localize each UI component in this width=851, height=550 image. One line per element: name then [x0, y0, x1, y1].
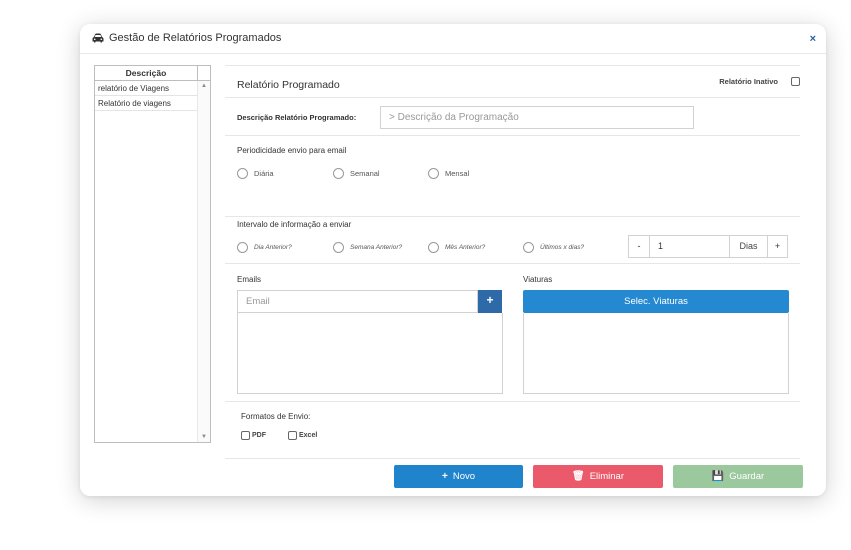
radio-label: Semana Anterior? — [350, 244, 403, 251]
radio-circle[interactable] — [523, 242, 534, 253]
divider — [225, 216, 800, 217]
days-stepper: - 1 Dias + — [628, 235, 788, 258]
list-item[interactable]: relatório de Viagens — [95, 81, 198, 96]
formats-label: Formatos de Envio: — [241, 412, 311, 421]
list-item[interactable]: Relatório de viagens — [95, 96, 198, 111]
excel-checkbox[interactable] — [288, 431, 297, 440]
save-button-label: Guardar — [729, 471, 765, 482]
inactive-toggle[interactable]: Relatório Inativo — [719, 77, 800, 86]
description-label: Descrição Relatório Programado: — [237, 113, 357, 122]
modal-title-text: Gestão de Relatórios Programados — [109, 32, 282, 44]
radio-circle[interactable] — [237, 242, 248, 253]
new-button[interactable]: + Novo — [394, 465, 523, 488]
radio-circle[interactable] — [237, 168, 248, 179]
interval-label: Intervalo de informação a enviar — [237, 220, 352, 229]
list-scrollbar[interactable]: ▲ ▼ — [197, 81, 210, 442]
radio-circle[interactable] — [333, 242, 344, 253]
divider — [225, 458, 800, 459]
scroll-up-icon[interactable]: ▲ — [198, 83, 210, 89]
radio-previous-month[interactable]: Mês Anterior? — [428, 242, 485, 253]
add-email-button[interactable]: + — [478, 290, 502, 313]
new-button-label: Novo — [452, 471, 476, 482]
inactive-checkbox[interactable] — [791, 77, 800, 86]
excel-label: Excel — [299, 432, 318, 439]
decrement-button[interactable]: - — [629, 236, 649, 257]
divider — [225, 97, 800, 98]
close-button[interactable]: × — [810, 33, 816, 45]
save-button[interactable]: 💾 Guardar — [673, 465, 803, 488]
description-input[interactable]: > Descrição da Programação — [380, 106, 694, 129]
radio-last-x-days[interactable]: Últimos x dias? — [523, 242, 584, 253]
format-pdf[interactable]: PDF — [241, 431, 266, 440]
radio-label: Mês Anterior? — [445, 244, 486, 251]
radio-label: Últimos x dias? — [540, 244, 585, 251]
car-icon — [92, 33, 104, 43]
radio-label: Mensal — [445, 169, 470, 178]
pdf-label: PDF — [252, 432, 266, 439]
emails-label: Emails — [237, 275, 262, 284]
vehicles-list — [523, 313, 789, 394]
scroll-down-icon[interactable]: ▼ — [198, 434, 210, 440]
plus-icon: + — [441, 471, 448, 482]
radio-circle[interactable] — [333, 168, 344, 179]
days-unit: Dias — [729, 236, 767, 257]
radio-previous-week[interactable]: Semana Anterior? — [333, 242, 402, 253]
radio-circle[interactable] — [428, 242, 439, 253]
increment-button[interactable]: + — [767, 236, 787, 257]
divider — [225, 401, 800, 402]
list-header-corner — [197, 66, 210, 81]
list-header: Descrição — [95, 66, 198, 81]
radio-monthly[interactable]: Mensal — [428, 168, 469, 179]
inactive-label: Relatório Inativo — [719, 77, 778, 86]
radio-label: Semanal — [350, 169, 380, 178]
divider — [225, 135, 800, 136]
delete-button-label: Eliminar — [589, 471, 624, 482]
form-title: Relatório Programado — [237, 79, 340, 91]
email-input[interactable]: Email — [237, 290, 478, 313]
modal-header: Gestão de Relatórios Programados × — [80, 24, 826, 54]
radio-label: Diária — [254, 169, 274, 178]
radio-previous-day[interactable]: Dia Anterior? — [237, 242, 292, 253]
divider — [225, 263, 800, 264]
trash-icon: 🗑 — [571, 471, 585, 482]
modal-title: Gestão de Relatórios Programados — [92, 32, 281, 44]
save-icon: 💾 — [711, 471, 725, 482]
days-input[interactable]: 1 — [649, 236, 729, 257]
report-list: Descrição relatório de Viagens Relatório… — [94, 65, 211, 443]
delete-button[interactable]: 🗑 Eliminar — [533, 465, 663, 488]
radio-weekly[interactable]: Semanal — [333, 168, 380, 179]
pdf-checkbox[interactable] — [241, 431, 250, 440]
vehicles-label: Viaturas — [523, 275, 553, 284]
radio-label: Dia Anterior? — [254, 244, 292, 251]
periodicity-label: Periodicidade envio para email — [237, 146, 347, 155]
email-list — [237, 313, 503, 394]
report-modal: Gestão de Relatórios Programados × Descr… — [80, 24, 826, 496]
select-vehicles-button[interactable]: Selec. Viaturas — [523, 290, 789, 313]
radio-daily[interactable]: Diária — [237, 168, 274, 179]
radio-circle[interactable] — [428, 168, 439, 179]
divider — [225, 65, 800, 66]
format-excel[interactable]: Excel — [288, 431, 317, 440]
